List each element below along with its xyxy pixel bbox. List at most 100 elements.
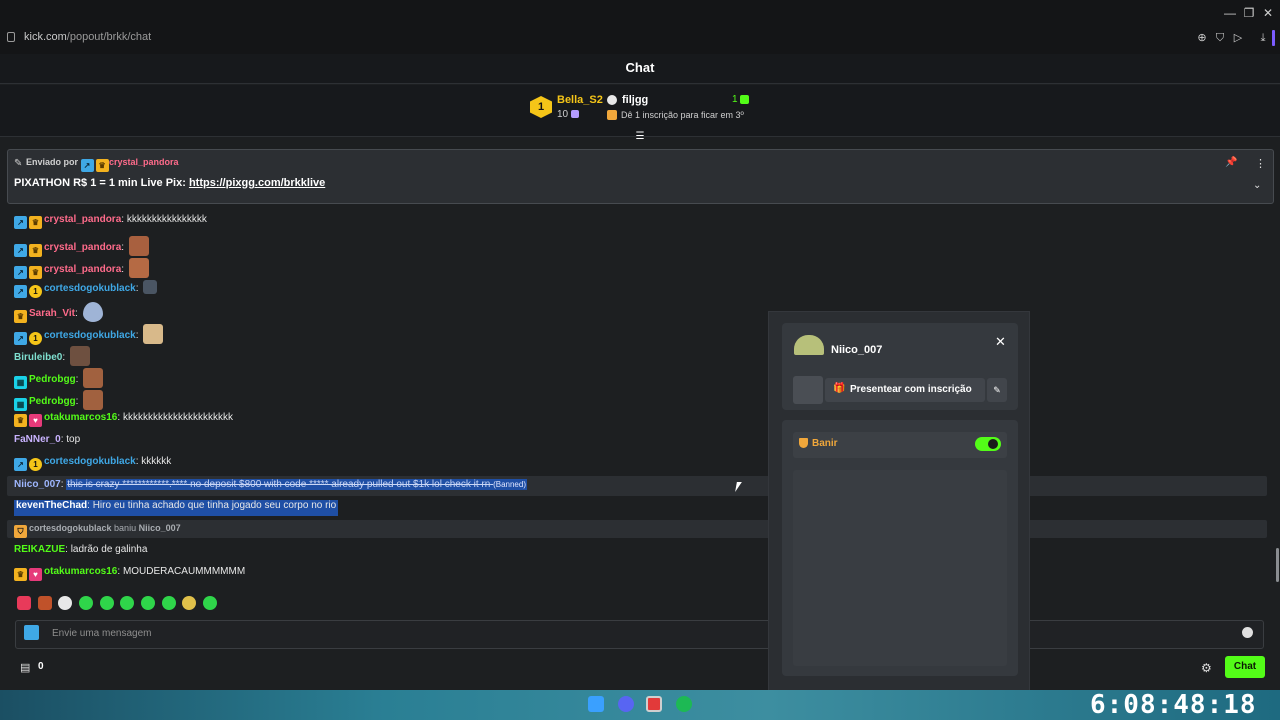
message-username[interactable]: crystal_pandora (44, 242, 121, 253)
message-username[interactable]: Sarah_Vit (29, 308, 75, 319)
chat-message[interactable]: ♛ ♥ otakumarcos16: MOUDERACAUMMMMMM (14, 566, 245, 586)
leader-subline: Dê 1 inscrição para ficar em 3º (621, 110, 744, 120)
message-username[interactable]: otakumarcos16 (44, 566, 117, 577)
crown-badge-icon: ♛ (29, 266, 42, 279)
scrollbar[interactable] (1276, 548, 1279, 582)
chat-message[interactable]: ▦ Pedrobgg: (14, 390, 104, 411)
message-username[interactable]: kevenTheChad (16, 500, 87, 511)
user-message-history (793, 470, 1007, 666)
chat-message[interactable]: ▦ Pedrobgg: (14, 368, 104, 389)
crown-badge-icon: ♛ (14, 568, 27, 581)
pinned-user[interactable]: crystal_pandora (109, 157, 179, 167)
more-options-icon[interactable]: ⋮ (1255, 157, 1266, 170)
quick-emote-icon[interactable] (182, 596, 196, 610)
chat-message[interactable]: ♛ Sarah_Vit: (14, 302, 103, 323)
banned-chat-message[interactable]: Niico_007: this is crazy ************.**… (14, 479, 527, 499)
chat-message[interactable]: ↗ 1 cortesdogokublack: kkkkkk (14, 456, 171, 476)
gear-icon[interactable]: ⚙ (1201, 661, 1212, 675)
chat-message[interactable]: ↗ ♛ crystal_pandora: (14, 258, 149, 279)
quick-emote-icon[interactable] (38, 596, 52, 610)
pinned-link[interactable]: https://pixgg.com/brkklive (189, 177, 325, 189)
quick-emote-icon[interactable] (58, 596, 72, 610)
chat-input-placeholder: Envie uma mensagem (52, 628, 152, 639)
chat-message[interactable]: ↗ 1 cortesdogokublack: (14, 280, 158, 300)
message-username[interactable]: otakumarcos16 (44, 412, 117, 423)
message-text: kkkkkkkkkkkkkkkk (126, 214, 207, 225)
chat-message[interactable]: ↗ ♛ crystal_pandora: kkkkkkkkkkkkkkkk (14, 214, 207, 234)
message-username[interactable]: Pedrobgg (29, 396, 76, 407)
message-username[interactable]: crystal_pandora (44, 264, 121, 275)
ban-event-target[interactable]: Niico_007 (139, 523, 181, 533)
chat-send-button[interactable]: Chat (1225, 656, 1265, 678)
opera-icon[interactable] (646, 696, 662, 712)
sub-badge-icon: 1 (29, 285, 42, 298)
mention-icon[interactable]: ✎ (987, 378, 1007, 402)
ban-label: Banir (812, 438, 838, 449)
chat-message[interactable]: ♛ ♥ otakumarcos16: kkkkkkkkkkkkkkkkkkkkkk (14, 412, 233, 432)
badge-selector-icon[interactable] (24, 625, 39, 640)
quick-emote-icon[interactable] (100, 596, 114, 610)
leader-second-count: 1 (732, 94, 738, 105)
zoom-icon[interactable]: ⊕ (1196, 32, 1208, 44)
address-bar[interactable]: kick.com/popout/brkk/chat (24, 31, 151, 43)
message-username[interactable]: Biruleibe0 (14, 352, 62, 363)
message-text: kkkkkk (141, 456, 172, 467)
unpin-icon[interactable]: 📌 (1225, 157, 1237, 168)
close-icon[interactable]: ✕ (995, 334, 1006, 350)
user-card-action[interactable] (793, 376, 823, 404)
chevron-down-icon[interactable]: ⌄ (1253, 180, 1261, 191)
message-username[interactable]: FaNNer_0 (14, 434, 61, 445)
store-icon[interactable]: ▤ (20, 661, 30, 674)
start-icon[interactable] (588, 696, 604, 712)
leader-first-name[interactable]: Bella_S2 (557, 94, 603, 106)
ban-event: ⛉ cortesdogokublack baniu Niico_007 (14, 523, 181, 543)
shield-icon (799, 438, 808, 448)
quick-emote-icon[interactable] (17, 596, 31, 610)
chat-message[interactable]: FaNNer_0: top (14, 434, 80, 454)
chat-input[interactable] (15, 620, 1264, 649)
maximize-button[interactable]: ❐ (1242, 6, 1256, 20)
send-icon[interactable]: ▷ (1232, 32, 1244, 44)
ban-event-mod[interactable]: cortesdogokublack (29, 523, 112, 533)
message-username[interactable]: crystal_pandora (44, 214, 121, 225)
quick-emote-icon[interactable] (162, 596, 176, 610)
emote-image (83, 368, 104, 388)
partner-badge-icon: ▦ (14, 376, 27, 389)
quick-emote-icon[interactable] (141, 596, 155, 610)
pinned-sent-by-label: Enviado por (26, 157, 79, 167)
message-text: kkkkkkkkkkkkkkkkkkkkkk (122, 412, 233, 423)
expand-leaderboard-icon[interactable]: ☰ (633, 131, 647, 143)
quick-emote-icon[interactable] (203, 596, 217, 610)
partner-badge-icon: ▦ (14, 398, 27, 411)
message-username[interactable]: cortesdogokublack (44, 330, 136, 341)
chat-title: Chat (625, 60, 655, 75)
emote-image (128, 258, 149, 278)
chat-message[interactable]: ↗ ♛ crystal_pandora: (14, 236, 149, 257)
message-username[interactable]: Pedrobgg (29, 374, 76, 385)
message-username[interactable]: REIKAZUE (14, 544, 65, 555)
pin-icon: ✎ (14, 158, 23, 169)
chat-message[interactable]: ↗ 1 cortesdogokublack: (14, 324, 164, 345)
leader-second-name[interactable]: filjgg (622, 94, 648, 106)
quick-emote-icon[interactable] (79, 596, 93, 610)
close-window-button[interactable]: ✕ (1261, 6, 1275, 20)
emoji-picker-icon[interactable] (1242, 627, 1253, 638)
shield-icon[interactable]: ⛉ (1214, 32, 1226, 44)
chat-message[interactable]: kevenTheChad: Hiro eu tinha achado que t… (14, 500, 339, 516)
message-username[interactable]: cortesdogokublack (44, 283, 136, 294)
download-icon[interactable]: ⤓ (1257, 32, 1269, 44)
ban-event-action: baniu (114, 523, 137, 533)
emote-image (143, 280, 158, 294)
chat-message[interactable]: REIKAZUE: ladrão de galinha (14, 544, 147, 564)
verified-badge-icon: ↗ (14, 285, 27, 298)
spotify-icon[interactable] (676, 696, 692, 712)
mod-shield-icon: ⛉ (14, 525, 27, 538)
quick-emote-icon[interactable] (120, 596, 134, 610)
user-card-name[interactable]: Niico_007 (831, 344, 882, 356)
message-username[interactable]: cortesdogokublack (44, 456, 136, 467)
message-username[interactable]: Niico_007 (14, 479, 61, 490)
emote-image (128, 236, 149, 256)
discord-icon[interactable] (618, 696, 634, 712)
chat-message[interactable]: Biruleibe0: (14, 346, 90, 366)
minimize-button[interactable]: — (1223, 6, 1237, 20)
